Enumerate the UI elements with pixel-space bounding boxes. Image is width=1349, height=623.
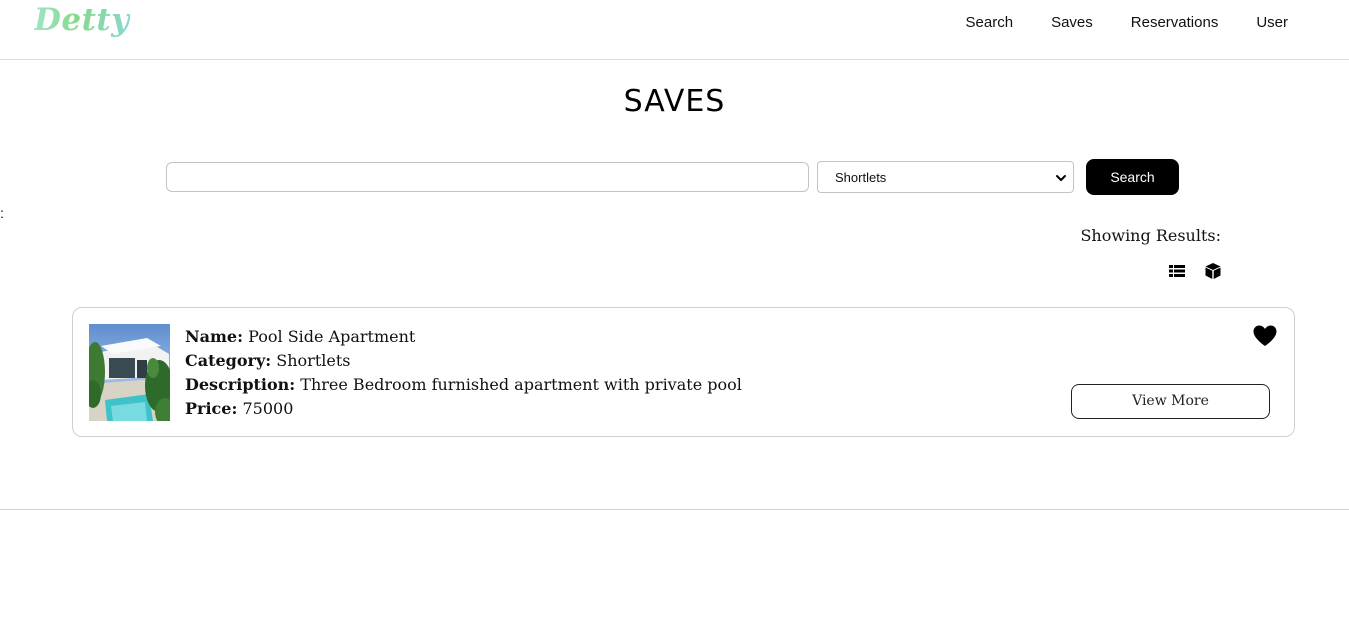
heart-icon[interactable] — [1252, 324, 1278, 348]
nav-link-saves[interactable]: Saves — [1032, 14, 1112, 32]
page-title: SAVES — [623, 84, 726, 119]
result-card: Name: Pool Side Apartment Category: Shor… — [72, 307, 1295, 437]
name-label: Name: — [185, 327, 244, 346]
property-description: Three Bedroom furnished apartment with p… — [300, 375, 742, 394]
chevron-down-icon — [1056, 175, 1066, 181]
category-select[interactable]: Shortlets — [817, 161, 1074, 193]
top-navbar: Detty Search Saves Reservations User — [0, 0, 1349, 60]
property-info: Name: Pool Side Apartment Category: Shor… — [185, 325, 742, 421]
search-button[interactable]: Search — [1086, 159, 1179, 195]
property-price: 75000 — [242, 399, 294, 418]
footer-divider — [0, 509, 1349, 510]
nav-link-search[interactable]: Search — [947, 14, 1033, 32]
property-name-row: Name: Pool Side Apartment — [185, 325, 742, 349]
category-label: Category: — [185, 351, 272, 370]
property-category-row: Category: Shortlets — [185, 349, 742, 373]
category-select-value: Shortlets — [835, 170, 887, 185]
stray-colon-text: : — [0, 205, 4, 221]
nav-menu: Search Saves Reservations User — [947, 14, 1288, 32]
property-description-row: Description: Three Bedroom furnished apa… — [185, 373, 742, 397]
nav-link-reservations[interactable]: Reservations — [1112, 14, 1238, 32]
price-label: Price: — [185, 399, 238, 418]
view-more-button[interactable]: View More — [1071, 384, 1270, 419]
description-label: Description: — [185, 375, 296, 394]
cube-view-icon[interactable] — [1204, 262, 1222, 280]
property-name: Pool Side Apartment — [248, 327, 416, 346]
showing-results-label: Showing Results: — [1080, 226, 1221, 245]
property-thumbnail[interactable] — [89, 324, 170, 421]
list-view-icon[interactable] — [1168, 262, 1186, 280]
search-input[interactable] — [166, 162, 809, 192]
logo[interactable]: Detty — [34, 2, 130, 38]
nav-link-user[interactable]: User — [1237, 14, 1288, 32]
property-category: Shortlets — [276, 351, 351, 370]
property-price-row: Price: 75000 — [185, 397, 742, 421]
